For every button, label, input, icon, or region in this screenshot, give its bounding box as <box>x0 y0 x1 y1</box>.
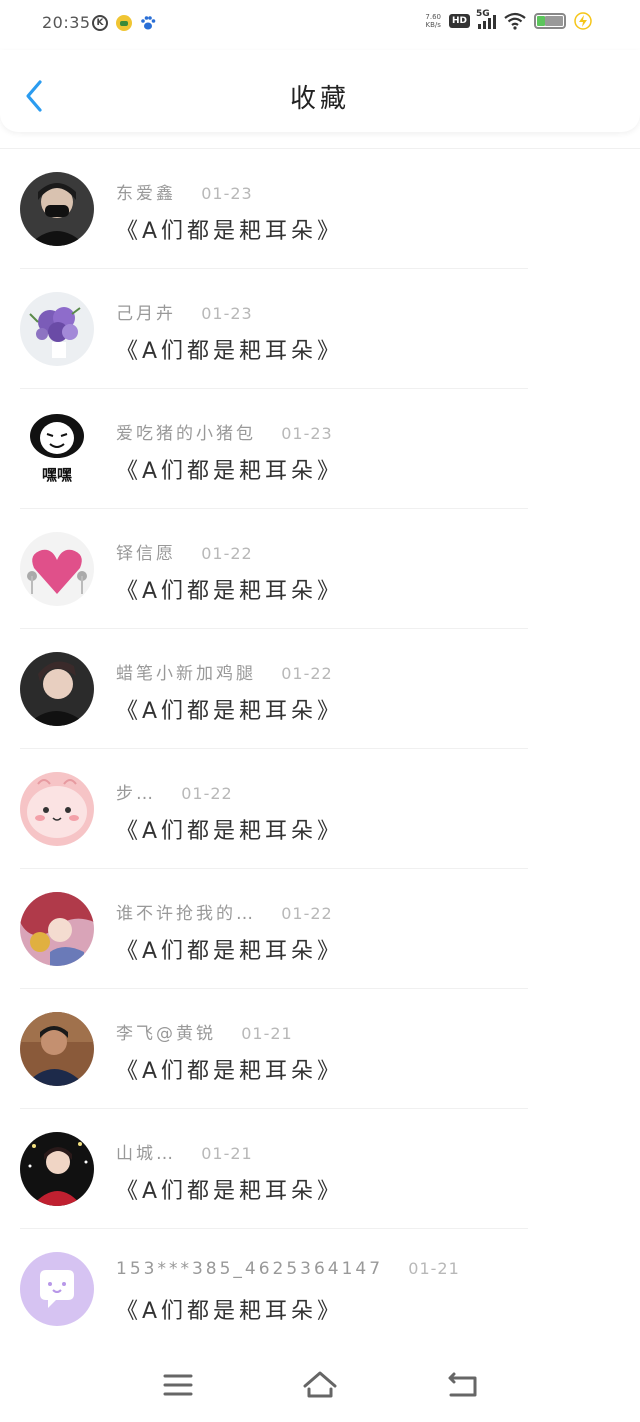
system-status-icons: 7.60 KB/s HD 5G <box>425 9 592 30</box>
item-title: 《A们都是耙耳朵》 <box>116 939 344 964</box>
network-speed: 7.60 KB/s <box>425 13 441 29</box>
signal-icon: 5G <box>476 9 496 29</box>
list-item[interactable]: 蜡笔小新加鸡腿 01-22 《A们都是耙耳朵》 <box>20 629 528 749</box>
item-title: 《A们都是耙耳朵》 <box>116 699 344 724</box>
username-text: 己月卉 <box>116 304 176 324</box>
item-title: 《A们都是耙耳朵》 <box>116 459 344 484</box>
username-text: 山城… <box>116 1144 176 1164</box>
username: 谁不许抢我的… 01-22 <box>116 899 333 924</box>
list-item[interactable]: 山城… 01-21 《A们都是耙耳朵》 <box>20 1109 528 1229</box>
avatar[interactable] <box>20 532 94 606</box>
paw-icon <box>141 16 156 30</box>
username-text: 蜡笔小新加鸡腿 <box>116 664 256 684</box>
page-title: 收藏 <box>289 84 350 114</box>
list-item[interactable]: 步… 01-22 《A们都是耙耳朵》 <box>20 749 528 869</box>
date: 01-23 <box>201 304 253 323</box>
username: 153***385_4625364147 01-21 <box>116 1259 460 1279</box>
notification-icons: K <box>92 15 156 31</box>
status-bar: 20:35 K 7.60 KB/s HD 5G <box>0 0 640 50</box>
item-title: 《A们都是耙耳朵》 <box>116 819 344 844</box>
app-icon <box>116 15 132 31</box>
date: 01-21 <box>408 1259 460 1278</box>
battery-icon <box>534 13 566 29</box>
avatar[interactable] <box>20 292 94 366</box>
avatar[interactable] <box>20 772 94 846</box>
username-text: 东爱鑫 <box>116 184 176 204</box>
item-title: 《A们都是耙耳朵》 <box>116 579 344 604</box>
list-item[interactable]: 铎信愿 01-22 《A们都是耙耳朵》 <box>20 509 528 629</box>
avatar[interactable] <box>20 892 94 966</box>
item-title: 《A们都是耙耳朵》 <box>116 1299 344 1324</box>
back-icon[interactable] <box>442 1368 482 1402</box>
item-title: 《A们都是耙耳朵》 <box>116 219 344 244</box>
username: 步… 01-22 <box>116 779 233 804</box>
charging-icon <box>574 12 592 30</box>
system-navigation-bar <box>0 1348 640 1422</box>
app-header: 收藏 <box>0 50 640 132</box>
list-item[interactable]: 东爱鑫 01-23 《A们都是耙耳朵》 <box>20 149 528 269</box>
username-text: 李飞@黄锐 <box>116 1024 216 1044</box>
username-text: 铎信愿 <box>116 544 176 564</box>
home-icon[interactable] <box>300 1368 340 1402</box>
avatar[interactable] <box>20 172 94 246</box>
network-speed-value: 7.60 <box>425 13 441 21</box>
avatar[interactable] <box>20 1012 94 1086</box>
username: 山城… 01-21 <box>116 1139 253 1164</box>
item-title: 《A们都是耙耳朵》 <box>116 1179 344 1204</box>
favorites-screen: 20:35 K 7.60 KB/s HD 5G 收藏 东爱鑫 01-23 《A们… <box>0 0 640 1422</box>
wifi-icon <box>504 12 526 30</box>
username: 铎信愿 01-22 <box>116 539 253 564</box>
menu-icon[interactable] <box>158 1368 198 1402</box>
date: 01-23 <box>201 184 253 203</box>
date: 01-23 <box>281 424 333 443</box>
username: 东爱鑫 01-23 <box>116 179 253 204</box>
favorites-list: 东爱鑫 01-23 《A们都是耙耳朵》 己月卉 01-23 《A们都是耙耳朵》 … <box>0 148 640 1349</box>
date: 01-22 <box>201 544 253 563</box>
avatar[interactable]: 嘿嘿 <box>20 412 94 486</box>
avatar[interactable] <box>20 652 94 726</box>
avatar-text: 嘿嘿 <box>42 466 72 484</box>
username: 己月卉 01-23 <box>116 299 253 324</box>
username-text: 谁不许抢我的… <box>116 904 256 924</box>
username: 李飞@黄锐 01-21 <box>116 1019 293 1044</box>
avatar[interactable] <box>20 1252 94 1326</box>
list-item[interactable]: 己月卉 01-23 《A们都是耙耳朵》 <box>20 269 528 389</box>
network-speed-unit: KB/s <box>425 21 441 29</box>
network-type: 5G <box>476 9 490 19</box>
date: 01-22 <box>181 784 233 803</box>
k-icon: K <box>92 15 108 31</box>
username: 爱吃猪的小猪包 01-23 <box>116 419 333 444</box>
list-item[interactable]: 李飞@黄锐 01-21 《A们都是耙耳朵》 <box>20 989 528 1109</box>
username-text: 爱吃猪的小猪包 <box>116 424 256 444</box>
list-item[interactable]: 153***385_4625364147 01-21 《A们都是耙耳朵》 <box>20 1229 528 1349</box>
list-item[interactable]: 嘿嘿 爱吃猪的小猪包 01-23 《A们都是耙耳朵》 <box>20 389 528 509</box>
username-text: 153***385_4625364147 <box>116 1259 384 1279</box>
status-time: 20:35 <box>42 13 91 32</box>
item-title: 《A们都是耙耳朵》 <box>116 339 344 364</box>
date: 01-21 <box>201 1144 253 1163</box>
date: 01-22 <box>281 904 333 923</box>
date: 01-21 <box>241 1024 293 1043</box>
hd-badge: HD <box>448 14 470 28</box>
item-title: 《A们都是耙耳朵》 <box>116 1059 344 1084</box>
list-item[interactable]: 谁不许抢我的… 01-22 《A们都是耙耳朵》 <box>20 869 528 989</box>
avatar[interactable] <box>20 1132 94 1206</box>
date: 01-22 <box>281 664 333 683</box>
username: 蜡笔小新加鸡腿 01-22 <box>116 659 333 684</box>
username-text: 步… <box>116 784 156 804</box>
